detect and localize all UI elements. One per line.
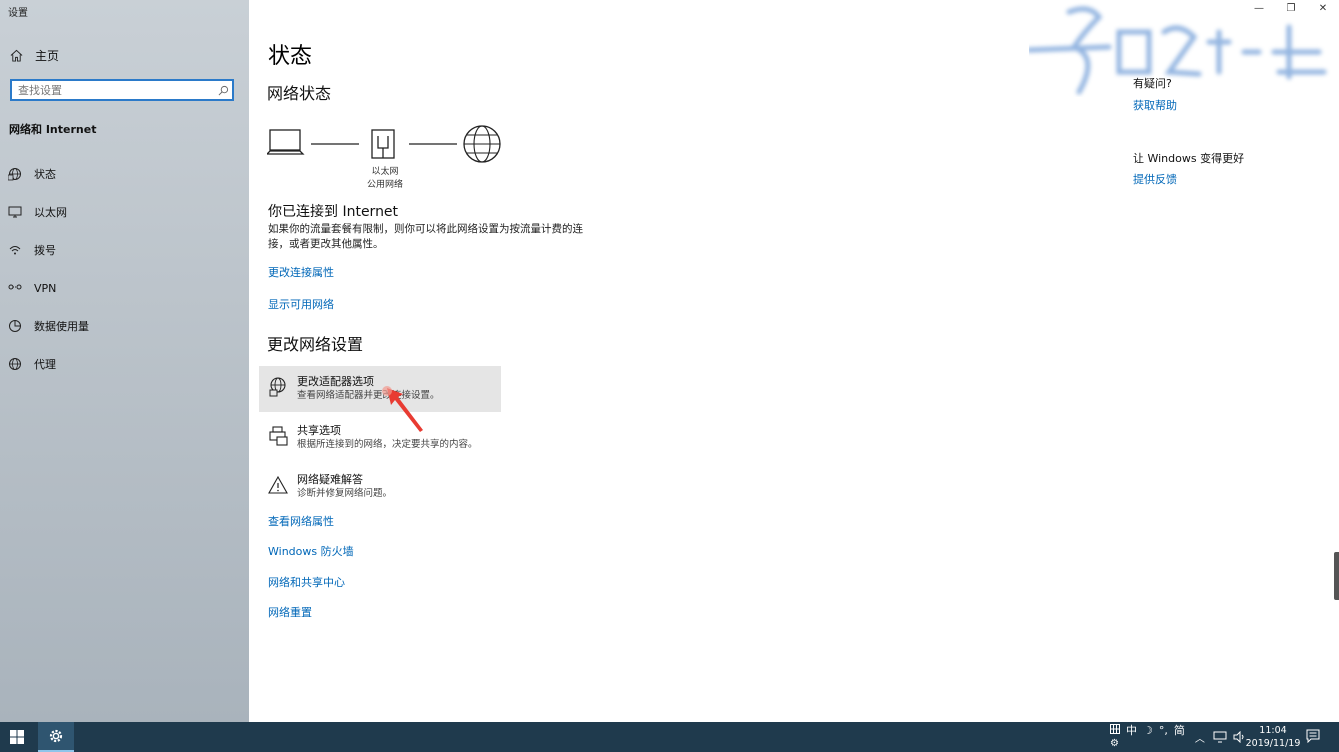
sidebar-section-title: 网络和 Internet	[9, 123, 97, 136]
sidebar-item-vpn[interactable]: VPN	[8, 278, 56, 298]
network-reset-link[interactable]: 网络重置	[268, 604, 312, 620]
ethernet-label: 以太网	[371, 167, 399, 177]
notification-center-icon[interactable]	[1306, 729, 1320, 743]
ime-punct: °,	[1158, 724, 1168, 737]
close-button[interactable]: ✕	[1307, 0, 1339, 16]
sidebar-home[interactable]: 主页	[10, 46, 59, 64]
change-connection-properties-link[interactable]: 更改连接属性	[268, 264, 334, 280]
pointer-arrow-icon	[382, 386, 423, 432]
change-settings-heading: 更改网络设置	[267, 335, 364, 354]
network-type-label: 公用网络	[366, 180, 403, 190]
option-desc: 诊断并修复网络问题。	[297, 488, 393, 499]
option-title: 网络疑难解答	[297, 473, 363, 486]
ethernet-port-icon	[371, 129, 395, 159]
warning-icon	[268, 475, 288, 494]
window-controls: — ❐ ✕	[1243, 0, 1339, 16]
ethernet-monitor-icon	[8, 206, 22, 218]
ime-settings-gear-icon[interactable]: ⚙	[1110, 737, 1119, 750]
network-sharing-center-link[interactable]: 网络和共享中心	[268, 574, 345, 590]
sidebar-item-label: 拨号	[34, 244, 56, 257]
system-tray: 中 ☽ °, 简 ⚙ ︿	[1110, 722, 1246, 752]
sidebar-item-data-usage[interactable]: 数据使用量	[8, 316, 89, 336]
adapter-globe-icon	[269, 377, 286, 397]
make-windows-better: 让 Windows 变得更好	[1133, 152, 1245, 165]
sidebar-item-ethernet[interactable]: 以太网	[8, 202, 67, 222]
tray-chevron-up-icon[interactable]: ︿	[1195, 730, 1205, 745]
connected-title: 你已连接到 Internet	[268, 204, 399, 220]
scrollbar-handle[interactable]	[1334, 552, 1339, 600]
ime-simplified: 简	[1173, 724, 1185, 737]
home-icon	[10, 49, 23, 62]
show-available-networks-link[interactable]: 显示可用网络	[268, 296, 334, 312]
internet-globe-icon	[463, 125, 501, 163]
keyboard-grid-icon	[1110, 724, 1120, 734]
sidebar-item-label: 以太网	[34, 206, 67, 219]
wifi-dial-icon	[9, 246, 21, 255]
network-diagram: 以太网 公用网络	[267, 120, 507, 190]
sidebar-item-status[interactable]: 状态	[8, 164, 56, 184]
network-tray-icon[interactable]	[1213, 731, 1227, 743]
give-feedback-link[interactable]: 提供反馈	[1133, 171, 1177, 187]
sidebar: 设置 主页 网络和 Internet 状态 以太网 拨号 VPN 数据使用量 代…	[0, 0, 249, 722]
network-status-heading: 网络状态	[267, 84, 332, 103]
get-help-link[interactable]: 获取帮助	[1133, 97, 1177, 113]
network-troubleshooter[interactable]: 网络疑难解答 诊断并修复网络问题。	[259, 464, 501, 510]
globe-status-icon	[8, 168, 21, 181]
vpn-icon	[8, 284, 22, 290]
windows-logo-icon	[10, 730, 24, 744]
search-icon[interactable]	[214, 85, 232, 96]
sharing-printer-icon	[269, 426, 288, 446]
app-title: 设置	[8, 8, 28, 19]
sidebar-item-proxy[interactable]: 代理	[8, 354, 56, 374]
sidebar-item-label: 数据使用量	[34, 320, 89, 333]
minimize-button[interactable]: —	[1243, 0, 1275, 16]
search-box[interactable]	[10, 79, 234, 101]
view-network-properties-link[interactable]: 查看网络属性	[268, 513, 334, 529]
main-content: 状态 网络状态 以太网 公用网络 你已连接到 Internet 如果你的流量套餐…	[249, 0, 1339, 722]
sidebar-item-label: VPN	[34, 281, 57, 295]
start-button[interactable]	[0, 722, 34, 752]
option-desc: 根据所连接到的网络，决定要共享的内容。	[297, 439, 478, 450]
taskbar-clock[interactable]: 11:04 2019/11/19	[1244, 724, 1302, 750]
taskbar: 中 ☽ °, 简 ⚙ ︿ 11:04 2019/11/19	[0, 722, 1339, 752]
sidebar-item-label: 代理	[34, 358, 56, 371]
clock-date: 2019/11/19	[1245, 738, 1301, 749]
laptop-icon	[267, 129, 305, 155]
sidebar-item-label: 状态	[34, 168, 56, 181]
sidebar-item-dialup[interactable]: 拨号	[8, 240, 56, 260]
clock-time: 11:04	[1259, 725, 1287, 736]
ime-chinese: 中	[1126, 724, 1137, 737]
windows-firewall-link[interactable]: Windows 防火墙	[268, 543, 354, 559]
connected-description: 如果你的流量套餐有限制，则你可以将此网络设置为按流量计费的连接，或者更改其他属性…	[268, 223, 583, 250]
data-usage-icon	[9, 320, 21, 332]
search-input[interactable]	[12, 82, 214, 98]
restore-button[interactable]: ❐	[1275, 0, 1307, 16]
page-title: 状态	[268, 44, 313, 69]
moon-icon: ☽	[1143, 724, 1153, 737]
gear-icon	[49, 729, 63, 743]
globe-proxy-icon	[9, 358, 21, 370]
ime-indicator[interactable]: 中 ☽ °, 简 ⚙	[1110, 724, 1185, 750]
sidebar-home-label: 主页	[35, 48, 60, 63]
watermark-logo	[1029, 6, 1327, 95]
taskbar-settings-app[interactable]	[38, 722, 74, 752]
